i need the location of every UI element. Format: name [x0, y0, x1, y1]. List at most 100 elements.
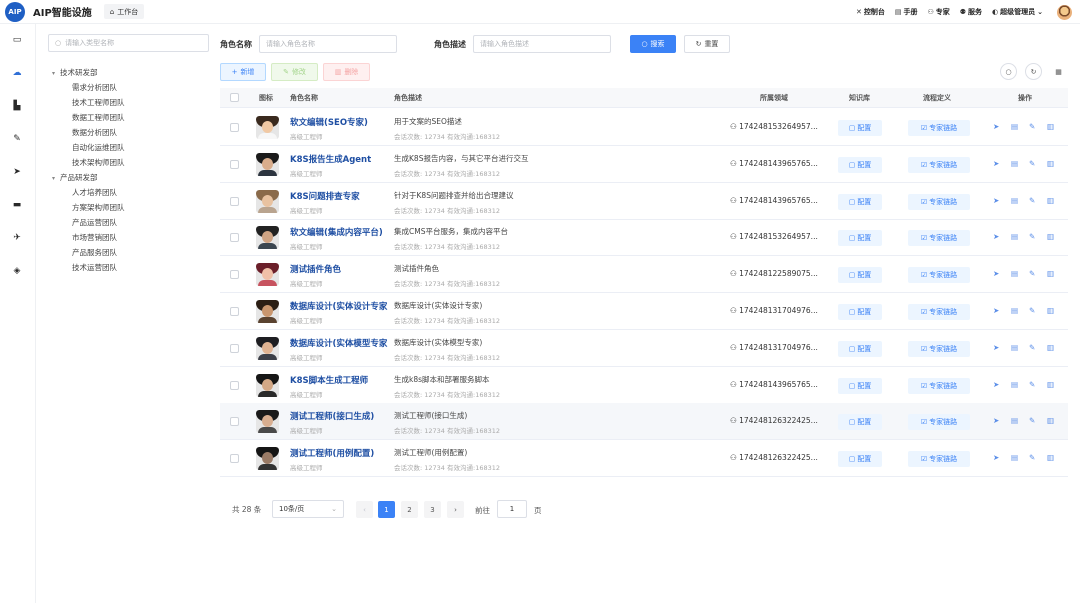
tree-item[interactable]: 市场营销团队	[72, 232, 117, 243]
send-icon[interactable]: ➤	[993, 196, 999, 205]
tree-item[interactable]: 产品运营团队	[72, 217, 117, 228]
tree-item[interactable]: 自动化运维团队	[72, 142, 125, 153]
edit-button[interactable]: ✎ 修改	[271, 63, 318, 81]
table-row[interactable]: K8S问题排查专家 高级工程师 针对于K8S问题排查并给出合理建议 会话次数: 127…	[220, 183, 1068, 220]
expert-chain-button[interactable]: ☑ 专家链路	[908, 304, 970, 320]
kb-config-button[interactable]: ▢ 配置	[838, 193, 882, 210]
send-icon[interactable]: ➤	[993, 122, 999, 131]
role-name-link[interactable]: 软文编辑(SEO专家)	[290, 116, 388, 128]
row-checkbox[interactable]	[230, 417, 239, 427]
role-name-link[interactable]: 测试工程师(接口生成)	[290, 410, 388, 422]
toggle-search-button[interactable]: ○	[1000, 63, 1017, 80]
table-row[interactable]: 测试工程师(接口生成) 高级工程师 测试工程师(接口生成) 会话次数: 12734 有…	[220, 403, 1068, 441]
kb-config-button[interactable]: ▢ 配置	[838, 451, 882, 468]
send-icon[interactable]: ➤	[993, 232, 999, 241]
kb-config-button[interactable]: ▢ 配置	[838, 230, 882, 247]
trash-icon[interactable]: ▥	[1047, 343, 1054, 352]
page-button[interactable]: 1	[378, 501, 395, 518]
kb-config-button[interactable]: ▢ 配置	[838, 267, 882, 284]
expert-chain-button[interactable]: ☑ 专家链路	[908, 267, 970, 284]
search-button[interactable]: ○ 搜索	[630, 35, 676, 53]
tree-item[interactable]: 人才培养团队	[72, 187, 117, 198]
send-icon[interactable]: ➤	[993, 159, 999, 168]
tree-group[interactable]: ▾ 技术研发部	[52, 67, 98, 78]
table-row[interactable]: 测试插件角色 高级工程师 测试插件角色 会话次数: 12734 有效沟通:168312…	[220, 256, 1068, 294]
expert-chain-button[interactable]: ☑ 专家链路	[908, 414, 970, 431]
send-icon[interactable]: ➤	[11, 166, 23, 178]
message-icon[interactable]: ▤	[1011, 232, 1018, 241]
send-icon[interactable]: ➤	[993, 306, 999, 315]
send-icon[interactable]: ➤	[993, 416, 999, 425]
expert-chain-button[interactable]: ☑ 专家链路	[908, 451, 970, 468]
message-icon[interactable]: ▤	[1011, 159, 1018, 168]
topnav-expert[interactable]: ⚇ 专家	[927, 7, 949, 17]
role-name-link[interactable]: 数据库设计(实体模型专家)	[290, 337, 388, 349]
message-icon[interactable]: ▤	[1011, 122, 1018, 131]
cloud-icon[interactable]: ☁	[11, 67, 23, 79]
trash-icon[interactable]: ▥	[1047, 306, 1054, 315]
flame-icon[interactable]: ◈	[11, 265, 23, 277]
pin-icon[interactable]: ✎	[11, 133, 23, 145]
edit-icon[interactable]: ✎	[1029, 159, 1035, 168]
edit-icon[interactable]: ✎	[1029, 380, 1035, 389]
row-checkbox[interactable]	[230, 380, 239, 390]
monitor-icon[interactable]: ▭	[11, 34, 23, 46]
topnav-admin[interactable]: ◐ 超级管理员 ⌄	[992, 7, 1043, 17]
message-icon[interactable]: ▤	[1011, 416, 1018, 425]
trash-icon[interactable]: ▥	[1047, 196, 1054, 205]
send-icon[interactable]: ➤	[993, 380, 999, 389]
row-checkbox[interactable]	[230, 343, 239, 353]
table-row[interactable]: 数据库设计(实体设计专家) 高级工程师 数据库设计(实体设计专家) 会话次数: 127…	[220, 293, 1068, 330]
send-icon[interactable]: ➤	[993, 343, 999, 352]
tree-item[interactable]: 产品服务团队	[72, 247, 117, 258]
tree-search-input[interactable]	[65, 39, 196, 47]
message-icon[interactable]: ▤	[1011, 343, 1018, 352]
expert-chain-button[interactable]: ☑ 专家链路	[908, 120, 970, 136]
trash-icon[interactable]: ▥	[1047, 380, 1054, 389]
table-row[interactable]: K8S脚本生成工程师 高级工程师 生成k8s脚本和部署服务脚本 会话次数: 12734…	[220, 367, 1068, 404]
kb-config-button[interactable]: ▢ 配置	[838, 156, 882, 173]
table-row[interactable]: 软文编辑(集成内容平台) 高级工程师 集成CMS平台服务，集成内容平台 会话次数: 1…	[220, 219, 1068, 257]
role-name-link[interactable]: 软文编辑(集成内容平台)	[290, 226, 388, 238]
tree-search[interactable]: ○	[48, 34, 209, 52]
expert-chain-button[interactable]: ☑ 专家链路	[908, 156, 970, 173]
page-button[interactable]: 2	[401, 501, 418, 518]
message-icon[interactable]: ▤	[1011, 196, 1018, 205]
select-all-checkbox[interactable]	[230, 93, 239, 102]
user-avatar[interactable]	[1057, 4, 1072, 20]
columns-button[interactable]: ▦	[1050, 63, 1067, 80]
row-checkbox[interactable]	[230, 233, 239, 243]
edit-icon[interactable]: ✎	[1029, 269, 1035, 278]
tree-item[interactable]: 方案架构师团队	[72, 202, 125, 213]
rocket-icon[interactable]: ✈	[11, 232, 23, 244]
tab-workspace[interactable]: ⌂ 工作台	[103, 4, 145, 19]
expert-chain-button[interactable]: ☑ 专家链路	[908, 193, 970, 210]
app-logo[interactable]: AIP	[5, 1, 25, 22]
edit-icon[interactable]: ✎	[1029, 416, 1035, 425]
table-row[interactable]: 软文编辑(SEO专家) 高级工程师 用于文案的SEO描述 会话次数: 12734 有效…	[220, 109, 1068, 146]
row-checkbox[interactable]	[230, 270, 239, 280]
send-icon[interactable]: ➤	[993, 269, 999, 278]
tree-group[interactable]: ▾ 产品研发部	[52, 172, 98, 183]
role-name-link[interactable]: K8S报告生成Agent	[290, 153, 388, 165]
message-icon[interactable]: ▤	[1011, 306, 1018, 315]
kb-config-button[interactable]: ▢ 配置	[838, 120, 882, 136]
role-name-link[interactable]: 数据库设计(实体设计专家)	[290, 300, 388, 312]
trash-icon[interactable]: ▥	[1047, 416, 1054, 425]
send-icon[interactable]: ➤	[993, 453, 999, 462]
edit-icon[interactable]: ✎	[1029, 196, 1035, 205]
row-checkbox[interactable]	[230, 454, 239, 464]
delete-button[interactable]: ▥ 删除	[323, 63, 370, 81]
trash-icon[interactable]: ▥	[1047, 269, 1054, 278]
row-checkbox[interactable]	[230, 123, 239, 132]
kb-config-button[interactable]: ▢ 配置	[838, 304, 882, 320]
edit-icon[interactable]: ✎	[1029, 232, 1035, 241]
role-name-link[interactable]: 测试工程师(用例配置)	[290, 447, 388, 459]
refresh-button[interactable]: ↻	[1025, 63, 1042, 80]
expert-chain-button[interactable]: ☑ 专家链路	[908, 377, 970, 394]
tree-item[interactable]: 需求分析团队	[72, 82, 117, 93]
topnav-manual[interactable]: ▤ 手册	[895, 7, 918, 17]
trash-icon[interactable]: ▥	[1047, 453, 1054, 462]
add-button[interactable]: + 新增	[220, 63, 266, 81]
reset-button[interactable]: ↻ 重置	[684, 35, 730, 53]
